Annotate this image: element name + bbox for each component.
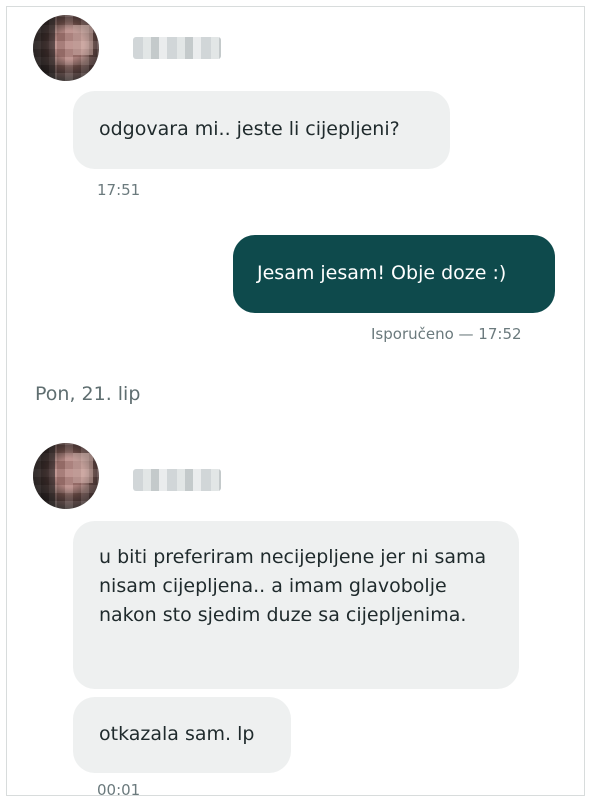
message-text: u biti preferiram necijepljene jer ni sa…	[99, 546, 487, 626]
delivery-status: Isporučeno — 17:52	[371, 325, 522, 343]
sender-name-redacted	[133, 469, 221, 491]
message-timestamp: 17:51	[97, 181, 141, 199]
chat-window: odgovara mi.. jeste li cijepljeni? 17:51…	[6, 6, 585, 799]
incoming-message: odgovara mi.. jeste li cijepljeni?	[73, 91, 450, 169]
sender-avatar[interactable]	[33, 443, 99, 509]
date-separator: Pon, 21. lip	[35, 383, 141, 405]
sender-avatar[interactable]	[33, 15, 99, 81]
incoming-message: otkazala sam. lp	[73, 697, 291, 773]
incoming-message: u biti preferiram necijepljene jer ni sa…	[73, 521, 519, 689]
message-text: odgovara mi.. jeste li cijepljeni?	[99, 118, 400, 140]
outgoing-message: Jesam jesam! Obje doze :)	[233, 235, 555, 313]
message-text: Jesam jesam! Obje doze :)	[257, 262, 507, 284]
message-text: otkazala sam. lp	[99, 723, 255, 745]
message-timestamp: 00:01	[97, 781, 141, 799]
sender-name-redacted	[133, 37, 221, 59]
